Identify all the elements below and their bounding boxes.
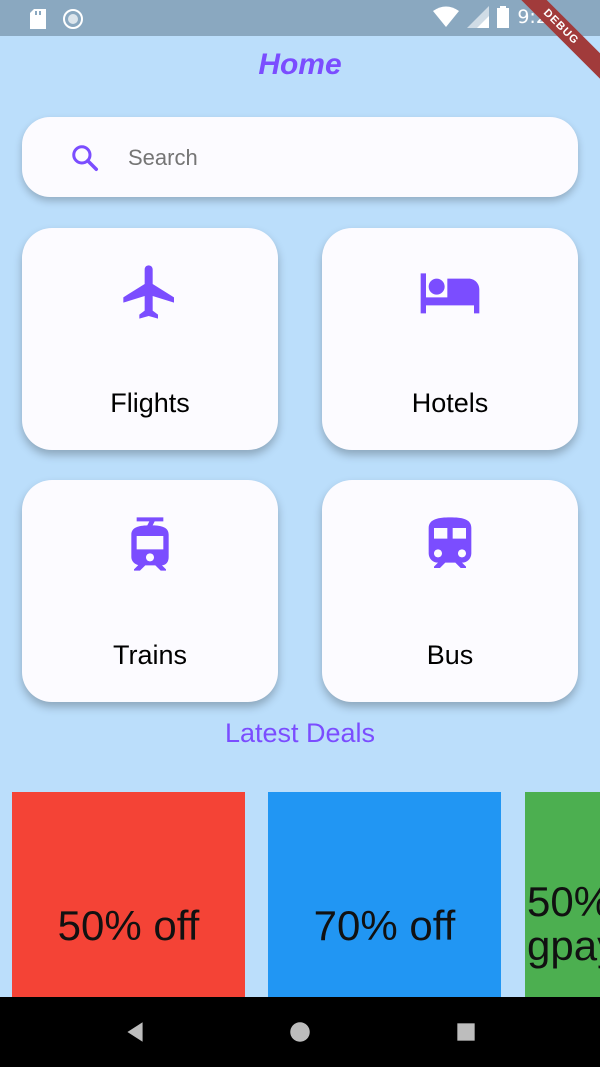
- deal-card[interactable]: 50% gpay: [525, 792, 600, 997]
- deal-text: 50% off: [57, 902, 200, 950]
- sd-card-icon: [30, 9, 46, 29]
- page-title: Home: [258, 48, 342, 81]
- deals-carousel[interactable]: 50% off 70% off 50% gpay: [0, 792, 600, 997]
- signal-icon: [467, 6, 490, 28]
- search-icon[interactable]: [70, 143, 100, 173]
- deals-title: Latest Deals: [224, 718, 376, 748]
- category-card-hotels[interactable]: Hotels: [322, 228, 578, 450]
- category-card-flights[interactable]: Flights: [22, 228, 278, 450]
- category-label: Hotels: [411, 388, 489, 418]
- circle-status-icon: [63, 9, 83, 29]
- deal-text: 50% gpay: [527, 878, 600, 970]
- recents-icon[interactable]: [453, 1019, 479, 1045]
- search-bar[interactable]: [22, 117, 578, 197]
- deal-text: 70% off: [313, 902, 456, 950]
- category-label: Trains: [112, 640, 187, 670]
- tram-icon: [131, 517, 169, 571]
- deal-card[interactable]: 70% off: [268, 792, 501, 997]
- system-nav-bar: [0, 997, 600, 1067]
- home-icon[interactable]: [287, 1019, 313, 1045]
- category-card-trains[interactable]: Trains: [22, 480, 278, 702]
- back-icon[interactable]: [122, 1019, 148, 1045]
- deal-card[interactable]: 50% off: [12, 792, 245, 997]
- bed-icon: [420, 273, 480, 314]
- battery-icon: [497, 6, 510, 28]
- train-icon: [428, 517, 472, 568]
- category-label: Bus: [426, 640, 474, 670]
- search-input[interactable]: [126, 135, 550, 181]
- wifi-icon: [433, 6, 460, 27]
- category-card-bus[interactable]: Bus: [322, 480, 578, 702]
- airplane-icon: [123, 265, 174, 319]
- category-label: Flights: [110, 388, 190, 418]
- status-bar: 9:21: [0, 0, 600, 36]
